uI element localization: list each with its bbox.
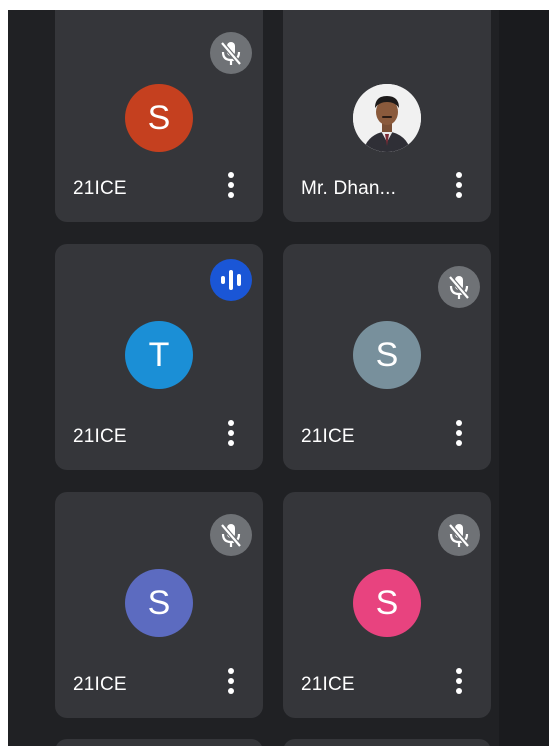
more-vert-icon[interactable]	[227, 668, 235, 696]
more-vert-icon[interactable]	[455, 172, 463, 200]
mic-off-icon	[210, 514, 252, 556]
mic-off-icon	[210, 32, 252, 74]
participant-name: 21ICE	[73, 674, 127, 695]
meeting-grid: S 21ICE Mr. Dhan... T 21ICE S 21ICE S 21…	[8, 10, 549, 746]
grid-edge	[499, 10, 549, 746]
more-vert-icon[interactable]	[455, 420, 463, 448]
more-vert-icon[interactable]	[227, 420, 235, 448]
participant-tile[interactable]: S 21ICE	[283, 244, 491, 470]
participant-tile[interactable]: Mr. Dhan...	[283, 10, 491, 222]
participant-name: 21ICE	[301, 426, 355, 447]
more-vert-icon[interactable]	[227, 172, 235, 200]
participant-name: 21ICE	[301, 674, 355, 695]
avatar: T	[125, 321, 193, 389]
avatar: S	[125, 569, 193, 637]
participant-tile[interactable]	[283, 739, 491, 746]
avatar: S	[125, 84, 193, 152]
participant-tile[interactable]	[55, 739, 263, 746]
mic-off-icon	[438, 514, 480, 556]
participant-tile[interactable]: S 21ICE	[283, 492, 491, 718]
participant-name: Mr. Dhan...	[301, 178, 397, 199]
participant-tile[interactable]: S 21ICE	[55, 492, 263, 718]
audio-wave-icon	[210, 259, 252, 301]
participant-tile[interactable]: T 21ICE	[55, 244, 263, 470]
mic-off-icon	[438, 266, 480, 308]
more-vert-icon[interactable]	[455, 668, 463, 696]
avatar: S	[353, 321, 421, 389]
participant-tile[interactable]: S 21ICE	[55, 10, 263, 222]
avatar: S	[353, 569, 421, 637]
participant-name: 21ICE	[73, 426, 127, 447]
avatar-photo	[353, 84, 421, 152]
participant-name: 21ICE	[73, 178, 127, 199]
